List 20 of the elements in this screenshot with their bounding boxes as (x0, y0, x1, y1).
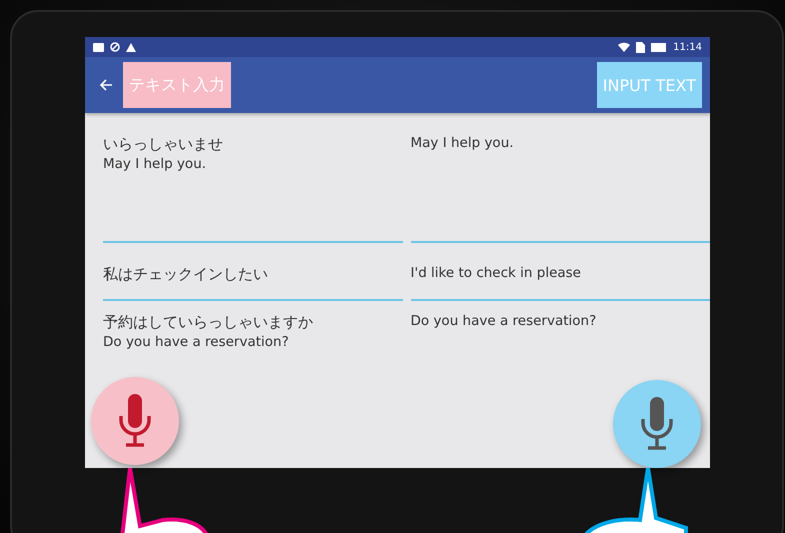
microphone-icon (118, 394, 152, 448)
back-button[interactable] (99, 78, 113, 92)
battery-icon (651, 42, 668, 52)
phrase-translation: Do you have a reservation? (103, 334, 290, 350)
microphone-icon (640, 397, 674, 451)
japanese-phrase: 私はチェックインしたい (103, 265, 269, 284)
japanese-phrase: 予約はしていらっしゃいますか (103, 313, 314, 332)
image-icon (93, 42, 104, 52)
app-bar-title: INPUT TEXT (596, 62, 702, 108)
phrase-translation: May I help you. (103, 156, 208, 172)
warning-icon (126, 42, 136, 52)
blocked-icon (110, 42, 120, 52)
english-phrase: Do you have a reservation? (410, 313, 598, 329)
sim-card-icon (636, 42, 646, 52)
japanese-phrase: いらっしゃいませ (103, 135, 224, 154)
status-time: 11:14 (673, 42, 702, 52)
wifi-icon (618, 42, 630, 52)
english-phrase: May I help you. (410, 135, 515, 151)
english-phrase: I'd like to check in please (410, 265, 582, 281)
app-bar-title: テキスト入力 (123, 62, 231, 108)
